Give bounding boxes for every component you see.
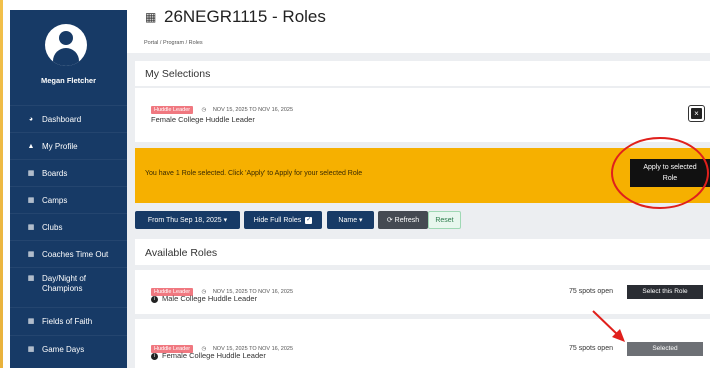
- alert-message: You have 1 Role selected. Click 'Apply' …: [145, 170, 363, 177]
- grid-icon: ▦: [145, 10, 157, 24]
- avatar[interactable]: [45, 24, 87, 66]
- selection-alert: You have 1 Role selected. Click 'Apply' …: [135, 148, 710, 203]
- sidebar-item-label: Coaches Time Out: [42, 249, 109, 259]
- sidebar-item-my-profile[interactable]: ▲ My Profile: [10, 132, 127, 159]
- my-selections-header: My Selections: [135, 61, 710, 86]
- page-header: ▦ 26NEGR1115 - Roles Portal / Program / …: [127, 7, 710, 53]
- role-row: Huddle Leader ◷ NOV 15, 2025 TO NOV 16, …: [135, 270, 710, 314]
- role-meta: Huddle Leader ◷ NOV 15, 2025 TO NOV 16, …: [151, 98, 293, 116]
- name-sort-dropdown[interactable]: Name ▾: [327, 211, 374, 229]
- sidebar-item-label: Dashboard: [42, 114, 82, 124]
- avatar-body-shape: [53, 48, 79, 66]
- calendar-icon: ▦: [27, 275, 35, 282]
- selected-role-button[interactable]: Selected: [627, 342, 703, 356]
- remove-selection-button[interactable]: ×: [688, 105, 705, 122]
- hide-full-roles-toggle[interactable]: Hide Full Roles ✓: [244, 211, 322, 229]
- info-icon: i: [151, 295, 158, 303]
- checkbox-icon: ✓: [305, 216, 313, 224]
- calendar-icon: ▦: [27, 224, 35, 231]
- spots-open: 75 spots open: [569, 345, 613, 352]
- section-heading: My Selections: [145, 68, 211, 80]
- spots-open: 75 spots open: [569, 288, 613, 295]
- sidebar-item-camps[interactable]: ▦ Camps: [10, 186, 127, 213]
- calendar-icon: ▦: [27, 251, 35, 258]
- section-heading: Available Roles: [145, 247, 218, 259]
- sidebar-item-coaches-time-out[interactable]: ▦ Coaches Time Out: [10, 240, 127, 267]
- sidebar-item-label: Boards: [42, 168, 68, 178]
- sidebar: Megan Fletcher ◕ Dashboard ▲ My Profile …: [10, 10, 127, 368]
- page-title: 26NEGR1115 - Roles: [164, 7, 326, 26]
- apply-label-line1: Apply to selected: [643, 164, 697, 171]
- role-badge: Huddle Leader: [151, 106, 194, 114]
- role-name: Male College Huddle Leader: [162, 294, 258, 303]
- apply-selected-role-button[interactable]: Apply to selected Role: [630, 159, 710, 187]
- role-name: Female College Huddle Leader: [151, 115, 255, 124]
- sidebar-item-label: Camps: [42, 195, 68, 205]
- sidebar-item-label: Game Days: [42, 344, 85, 354]
- role-name-row: i Male College Huddle Leader: [151, 294, 257, 303]
- hide-full-roles-label: Hide Full Roles: [253, 216, 302, 224]
- sidebar-item-label: My Profile: [42, 141, 78, 151]
- profile-name: Megan Fletcher: [40, 76, 96, 85]
- sidebar-item-label: Clubs: [42, 222, 63, 232]
- refresh-button[interactable]: ⟳ Refresh: [378, 211, 428, 229]
- sidebar-item-label: Day/Night of Champions: [42, 274, 87, 293]
- sidebar-item-clubs[interactable]: ▦ Clubs: [10, 213, 127, 240]
- info-icon: i: [151, 352, 158, 360]
- close-icon: ×: [691, 108, 702, 119]
- calendar-icon: ▦: [27, 346, 35, 353]
- date-filter-dropdown[interactable]: From Thu Sep 18, 2025 ▾: [135, 211, 240, 229]
- breadcrumb[interactable]: Portal / Program / Roles: [144, 40, 203, 46]
- user-icon: ▲: [27, 142, 35, 150]
- dashboard-icon: ◕: [28, 115, 34, 123]
- role-dates: NOV 15, 2025 TO NOV 16, 2025: [212, 107, 294, 113]
- apply-label-line2: Role: [662, 175, 678, 182]
- sidebar-item-day-night-of-champions[interactable]: ▦ Day/Night of Champions: [10, 267, 127, 307]
- sidebar-item-dashboard[interactable]: ◕ Dashboard: [10, 105, 127, 132]
- sidebar-item-label: Fields of Faith: [42, 316, 93, 326]
- page-margin: [0, 0, 10, 368]
- sidebar-item-boards[interactable]: ▦ Boards: [10, 159, 127, 186]
- calendar-icon: ▦: [27, 318, 35, 325]
- sidebar-item-game-days[interactable]: ▦ Game Days: [10, 335, 127, 362]
- profile-block: Megan Fletcher: [10, 10, 127, 105]
- role-row: Huddle Leader ◷ NOV 15, 2025 TO NOV 16, …: [135, 319, 710, 368]
- clock-icon: ◷: [201, 107, 207, 113]
- reset-button[interactable]: Reset: [428, 211, 461, 229]
- main-content: ▦ 26NEGR1115 - Roles Portal / Program / …: [127, 7, 710, 368]
- sidebar-item-fields-of-faith[interactable]: ▦ Fields of Faith: [10, 307, 127, 334]
- select-role-button[interactable]: Select this Role: [627, 285, 703, 299]
- my-selection-card: Huddle Leader ◷ NOV 15, 2025 TO NOV 16, …: [135, 88, 710, 142]
- available-roles-header: Available Roles: [135, 239, 710, 265]
- role-name-row: i Female College Huddle Leader: [151, 351, 266, 360]
- background-bleed: [0, 0, 3, 368]
- calendar-icon: ▦: [27, 197, 35, 204]
- calendar-icon: ▦: [27, 170, 35, 177]
- avatar-head-shape: [59, 31, 73, 45]
- role-name: Female College Huddle Leader: [162, 351, 266, 360]
